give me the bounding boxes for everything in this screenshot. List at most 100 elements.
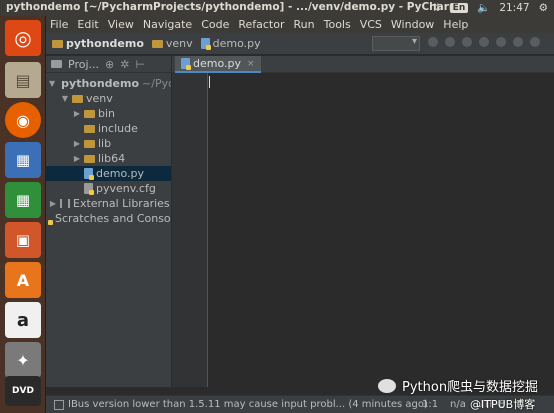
python-file-icon — [181, 58, 191, 70]
input-method-indicator[interactable]: En — [449, 2, 469, 13]
settings-icon[interactable]: ✲ — [120, 58, 129, 71]
menu-item-run[interactable]: Run — [294, 18, 315, 31]
tab-label: demo.py — [193, 57, 241, 70]
settings-icon[interactable] — [496, 37, 506, 47]
dvd-icon[interactable]: DVD — [5, 376, 41, 406]
structure-icon[interactable] — [513, 37, 523, 47]
library-icon — [60, 199, 70, 208]
python-file-icon — [200, 38, 211, 50]
ubuntu-dash-icon[interactable]: ◎ — [5, 20, 41, 56]
writer-icon[interactable]: ▦ — [5, 142, 41, 178]
breadcrumb-label: demo.py — [212, 37, 261, 50]
tree-item-scratches-and-consol[interactable]: Scratches and Consol — [46, 211, 171, 226]
collapse-arrow-icon[interactable]: ▶ — [49, 199, 57, 208]
menu-item-refactor[interactable]: Refactor — [238, 18, 284, 31]
menu-item-code[interactable]: Code — [201, 18, 229, 31]
text-caret — [209, 76, 210, 88]
tree-item-label: bin — [98, 107, 116, 120]
tree-item-lib64[interactable]: ▶ lib64 — [46, 151, 171, 166]
menu-item-navigate[interactable]: Navigate — [143, 18, 192, 31]
tree-item-label: venv — [86, 92, 113, 105]
unity-launcher: ◎ ▤ ◉ ▦ ▦ ▣ A a ✦ DVD — [0, 16, 46, 413]
tree-item-lib[interactable]: ▶ lib — [46, 136, 171, 151]
sync-icon[interactable]: ⊕ — [105, 58, 114, 71]
config-file-icon — [84, 183, 94, 195]
stop-icon[interactable] — [479, 37, 489, 47]
collapse-arrow-icon[interactable]: ▶ — [73, 139, 81, 148]
tree-item-label: pythondemo — [61, 77, 140, 90]
menu-item-window[interactable]: Window — [391, 18, 434, 31]
tree-item-label: External Libraries — [73, 197, 170, 210]
breadcrumb-venv[interactable]: venv — [151, 37, 193, 50]
event-log-icon[interactable] — [54, 400, 64, 410]
collapse-arrow-icon[interactable]: ▶ — [73, 109, 81, 118]
folder-icon — [52, 39, 63, 48]
breadcrumb-label: venv — [165, 37, 193, 50]
tree-item-label: lib64 — [98, 152, 126, 165]
run-toolbar — [428, 37, 540, 47]
clock[interactable]: 21:47 — [499, 2, 529, 14]
expand-arrow-icon[interactable]: ▼ — [49, 79, 55, 88]
navigation-bar: pythondemo venv demo.py — [46, 33, 554, 55]
tree-item-label: include — [98, 122, 138, 135]
close-tab-icon[interactable]: × — [247, 59, 255, 69]
calc-icon[interactable]: ▦ — [5, 182, 41, 218]
breadcrumb-project[interactable]: pythondemo — [52, 37, 144, 50]
debug-icon[interactable] — [445, 37, 455, 47]
menu-item-edit[interactable]: Edit — [77, 18, 98, 31]
watermark-secondary: @ITPUB博客 — [470, 398, 536, 411]
watermark: Python爬虫与数据挖掘 — [378, 376, 538, 395]
tree-item-external-libraries[interactable]: ▶ External Libraries — [46, 196, 171, 211]
editor-gutter[interactable] — [172, 73, 208, 387]
hide-icon[interactable]: ⊢ — [135, 58, 145, 71]
window-title: pythondemo [~/PycharmProjects/pythondemo… — [6, 1, 460, 13]
tree-item-pyvenv-cfg[interactable]: pyvenv.cfg — [46, 181, 171, 196]
run-configuration-select[interactable] — [372, 36, 420, 51]
collapse-arrow-icon[interactable]: ▶ — [73, 154, 81, 163]
python-file-icon — [84, 168, 94, 180]
tree-item-pythondemo[interactable]: ▼ pythondemo~/Pycha — [46, 76, 171, 91]
tree-item-label: lib — [98, 137, 112, 150]
menu-item-view[interactable]: View — [108, 18, 134, 31]
breadcrumb-label: pythondemo — [66, 37, 144, 50]
files-icon[interactable]: ▤ — [5, 62, 41, 98]
menu-bar: File Edit View Navigate Code Refactor Run Tools… — [46, 16, 554, 33]
tree-item-demo-py[interactable]: demo.py — [46, 166, 171, 181]
tab-demo-py[interactable]: demo.py × — [175, 56, 261, 73]
software-center-icon[interactable]: A — [5, 262, 41, 298]
run-icon[interactable] — [428, 37, 438, 47]
expand-arrow-icon[interactable]: ▼ — [61, 94, 69, 103]
tree-item-include[interactable]: include — [46, 121, 171, 136]
breadcrumb-file[interactable]: demo.py — [200, 37, 261, 50]
coverage-icon[interactable] — [462, 37, 472, 47]
project-panel-title[interactable]: Proj... — [68, 58, 99, 71]
editor-tab-bar: demo.py × — [172, 56, 554, 73]
code-editor[interactable] — [209, 73, 554, 387]
system-tray: ⇅ En 🔈 21:47 ⚙ — [432, 1, 548, 15]
tree-item-venv[interactable]: ▼ venv — [46, 91, 171, 106]
search-icon[interactable] — [530, 37, 540, 47]
tree-item-label: pyvenv.cfg — [96, 182, 156, 195]
tree-item-label: Scratches and Consol — [55, 212, 171, 225]
tree-item-bin[interactable]: ▶ bin — [46, 106, 171, 121]
menu-item-help[interactable]: Help — [443, 18, 468, 31]
menu-item-tools[interactable]: Tools — [324, 18, 351, 31]
network-icon[interactable]: ⇅ — [432, 2, 441, 14]
amazon-icon[interactable]: a — [5, 302, 41, 338]
system-settings-icon[interactable]: ✦ — [5, 342, 41, 378]
caret-position[interactable]: 1:1 — [422, 399, 438, 410]
line-separator[interactable]: n/a — [450, 399, 466, 410]
tree-item-path: ~/Pycha — [142, 77, 171, 90]
menu-item-file[interactable]: File — [50, 18, 68, 31]
status-message[interactable]: IBus version lower than 1.5.11 may cause… — [68, 399, 428, 410]
folder-icon — [72, 94, 83, 103]
firefox-icon[interactable]: ◉ — [5, 102, 41, 138]
volume-icon[interactable]: 🔈 — [477, 1, 490, 14]
settings-gear-icon[interactable]: ⚙ — [539, 2, 548, 14]
folder-icon — [84, 109, 95, 118]
folder-icon — [151, 39, 163, 48]
impress-icon[interactable]: ▣ — [5, 222, 41, 258]
menu-item-vcs[interactable]: VCS — [360, 18, 382, 31]
project-panel-header: Proj... ⊕ ✲ ⊢ — [46, 56, 171, 73]
tree-item-label: demo.py — [96, 167, 144, 180]
